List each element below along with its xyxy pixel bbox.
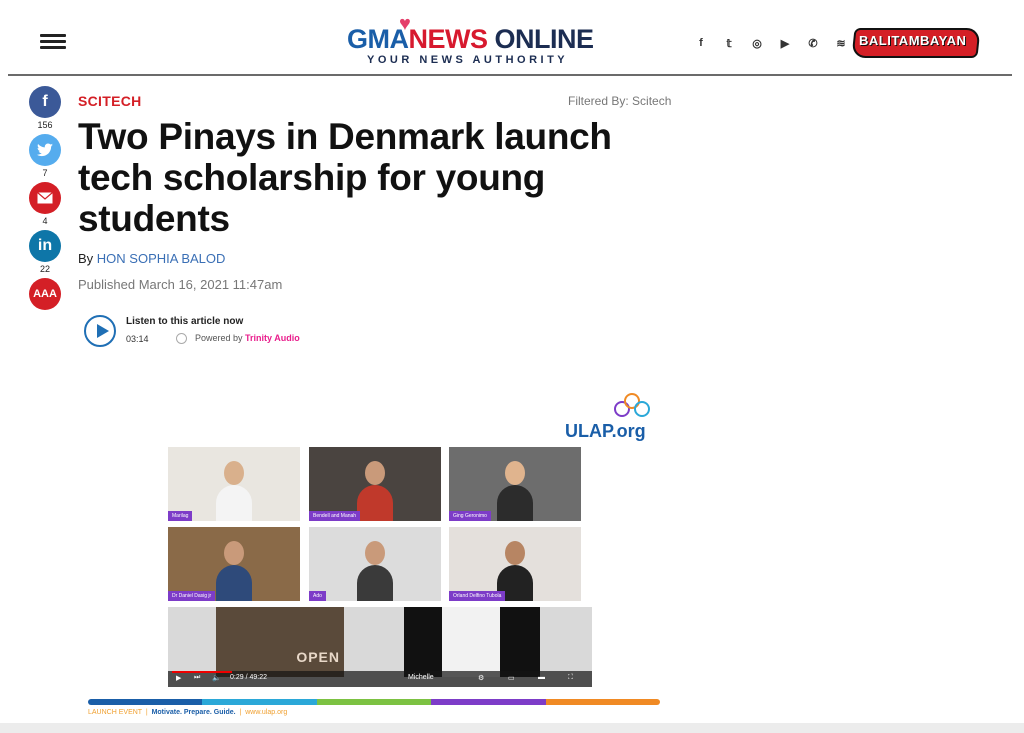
- author-link[interactable]: HON SOPHIA BALOD: [97, 251, 226, 266]
- ulap-logo: ULAP.org: [565, 421, 646, 441]
- share-bar: f 156 7 4 in 22 AAA: [28, 86, 62, 310]
- social-links: f 𝕥 ◎ ▶ ✆ ≋: [694, 35, 848, 51]
- participant-tile: Ging Geronimo: [449, 447, 581, 521]
- share-twitter: 7: [28, 134, 62, 180]
- fullscreen-icon[interactable]: ⛶: [568, 674, 573, 682]
- section-label[interactable]: SCITECH: [78, 93, 142, 109]
- hero-footer: LAUNCH EVENT | Motivate. Prepare. Guide.…: [88, 709, 288, 716]
- linkedin-share-button[interactable]: in: [29, 230, 61, 262]
- rss-icon[interactable]: ≋: [834, 37, 848, 50]
- powered-by: Powered by Trinity Audio: [176, 333, 300, 345]
- facebook-share-button[interactable]: f: [29, 86, 61, 118]
- share-email: 4: [28, 182, 62, 228]
- theater-icon[interactable]: ▬: [538, 674, 545, 681]
- share-facebook: f 156: [28, 86, 62, 132]
- filtered-by: Filtered By: Scitech: [568, 94, 672, 108]
- settings-icon[interactable]: ⚙: [478, 674, 484, 682]
- email-share-count: 4: [42, 216, 48, 226]
- facebook-share-count: 156: [37, 120, 53, 130]
- audio-player: Listen to this article now 03:14 Powered…: [84, 313, 344, 351]
- participant-tile: Orland Delfino Tubola: [449, 527, 581, 601]
- ad-space: [704, 78, 988, 723]
- video-thumbnail-left: OPEN: [216, 607, 344, 677]
- next-icon[interactable]: ⏭: [194, 674, 200, 682]
- phone-icon[interactable]: ✆: [806, 37, 820, 50]
- twitter-icon[interactable]: 𝕥: [722, 37, 736, 50]
- globe-icon[interactable]: [176, 333, 187, 345]
- page-edge: [1012, 0, 1024, 733]
- twitter-bird-icon: [37, 143, 53, 157]
- color-strip: [88, 699, 660, 705]
- menu-icon[interactable]: [40, 34, 66, 50]
- participant-tile: Dr Daniel Dasig jr: [168, 527, 300, 601]
- bottom-scroll-area: [0, 723, 1024, 733]
- embedded-video[interactable]: OPEN ▶ ⏭ 🔈 0:29 / 49:22 Michelle ⚙ ▭ ▬ ⛶: [168, 607, 592, 687]
- instagram-icon[interactable]: ◎: [750, 37, 764, 50]
- header-divider: [8, 74, 1012, 76]
- facebook-icon[interactable]: f: [694, 37, 708, 49]
- bottom-participant-label: Michelle: [408, 674, 434, 681]
- ulap-logo-icon: [614, 393, 652, 421]
- envelope-icon: [37, 192, 53, 204]
- byline: By HON SOPHIA BALOD: [78, 251, 226, 266]
- twitter-share-count: 7: [42, 168, 48, 178]
- email-share-button[interactable]: [29, 182, 61, 214]
- play-icon[interactable]: ▶: [176, 674, 181, 682]
- logo-tagline: YOUR NEWS AUTHORITY: [367, 54, 569, 66]
- participant-tile: Bendell and Manah: [309, 447, 441, 521]
- participant-tile: Ado: [309, 527, 441, 601]
- share-font-size: AAA: [28, 278, 62, 310]
- hero-image: ULAP.org Marilag Bendell and Manah Ging …: [78, 383, 670, 723]
- seek-bar[interactable]: [172, 671, 232, 673]
- listen-label: Listen to this article now: [126, 316, 244, 327]
- linkedin-share-count: 22: [39, 264, 50, 274]
- share-linkedin: in 22: [28, 230, 62, 276]
- participant-tile: Marilag: [168, 447, 300, 521]
- twitter-share-button[interactable]: [29, 134, 61, 166]
- article-title: Two Pinays in Denmark launch tech schola…: [78, 116, 612, 239]
- site-logo[interactable]: ♥ GMANEWS ONLINE YOUR NEWS AUTHORITY: [347, 14, 609, 68]
- open-sign: OPEN: [296, 649, 340, 665]
- logo-wordmark: GMANEWS ONLINE: [347, 24, 594, 54]
- video-thumbnail-right: [404, 607, 540, 677]
- play-icon[interactable]: [84, 315, 116, 347]
- font-size-button[interactable]: AAA: [29, 278, 61, 310]
- miniplayer-icon[interactable]: ▭: [508, 674, 515, 682]
- trinity-audio-link[interactable]: Trinity Audio: [245, 333, 300, 343]
- video-controls: ▶ ⏭ 🔈 0:29 / 49:22 Michelle ⚙ ▭ ▬ ⛶: [168, 671, 592, 687]
- volume-icon[interactable]: 🔈: [212, 674, 221, 682]
- balitambayan-logo[interactable]: BALITAMBAYAN: [851, 20, 981, 60]
- audio-duration: 03:14: [126, 334, 149, 344]
- video-time: 0:29 / 49:22: [230, 674, 267, 681]
- youtube-icon[interactable]: ▶: [778, 37, 792, 50]
- published-date: Published March 16, 2021 11:47am: [78, 277, 283, 292]
